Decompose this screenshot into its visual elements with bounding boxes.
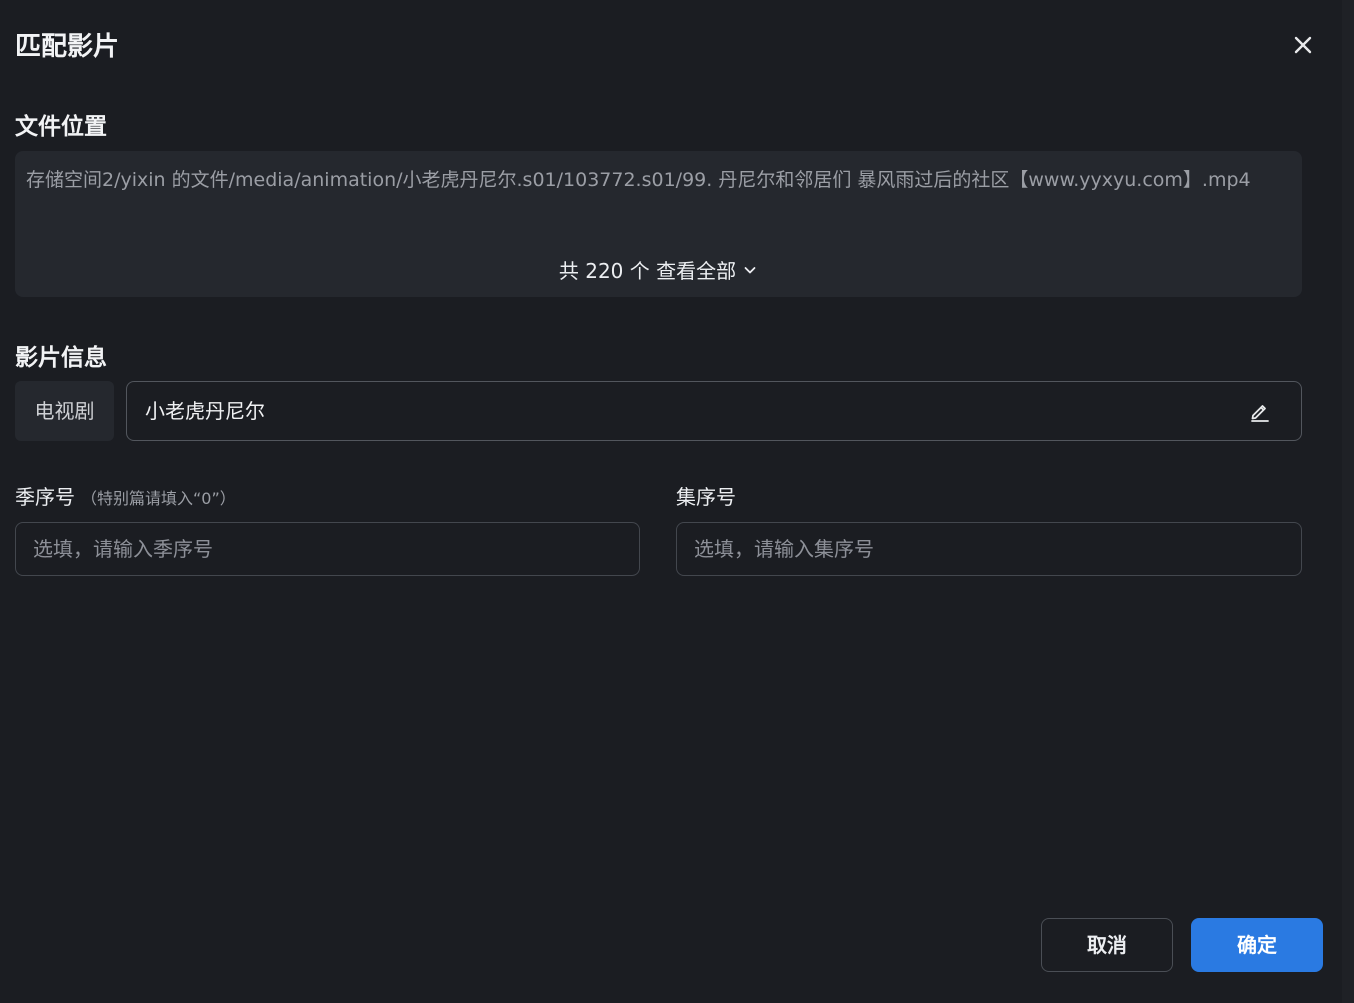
episode-input[interactable] (676, 522, 1302, 576)
season-hint: （特别篇请填入“0”） (81, 489, 236, 508)
scrollbar-track[interactable] (1342, 0, 1354, 1003)
season-label-text: 季序号 (15, 485, 75, 509)
file-location-heading: 文件位置 (15, 114, 107, 140)
cancel-button[interactable]: 取消 (1041, 918, 1173, 972)
episode-label: 集序号 (676, 485, 736, 509)
movie-title-value: 小老虎丹尼尔 (145, 399, 265, 423)
match-movie-dialog: 匹配影片 文件位置 存储空间2/yixin 的文件/media/animatio… (0, 0, 1354, 1003)
close-icon (1294, 36, 1312, 54)
media-type-selector[interactable]: 电视剧 (15, 381, 114, 441)
view-all-toggle[interactable]: 共 220 个 查看全部 (15, 255, 1302, 284)
movie-title-field[interactable]: 小老虎丹尼尔 (126, 381, 1302, 441)
season-label: 季序号 （特别篇请填入“0”） (15, 481, 236, 510)
file-path-panel: 存储空间2/yixin 的文件/media/animation/小老虎丹尼尔.s… (15, 151, 1302, 297)
movie-info-heading: 影片信息 (15, 345, 107, 371)
file-path-text: 存储空间2/yixin 的文件/media/animation/小老虎丹尼尔.s… (26, 169, 1251, 191)
season-input[interactable] (15, 522, 640, 576)
dialog-title: 匹配影片 (15, 32, 120, 62)
close-button[interactable] (1288, 30, 1318, 60)
pencil-icon[interactable] (1247, 398, 1273, 424)
chevron-down-icon (742, 259, 758, 283)
confirm-button[interactable]: 确定 (1191, 918, 1323, 972)
view-all-label: 共 220 个 查看全部 (558, 259, 737, 283)
